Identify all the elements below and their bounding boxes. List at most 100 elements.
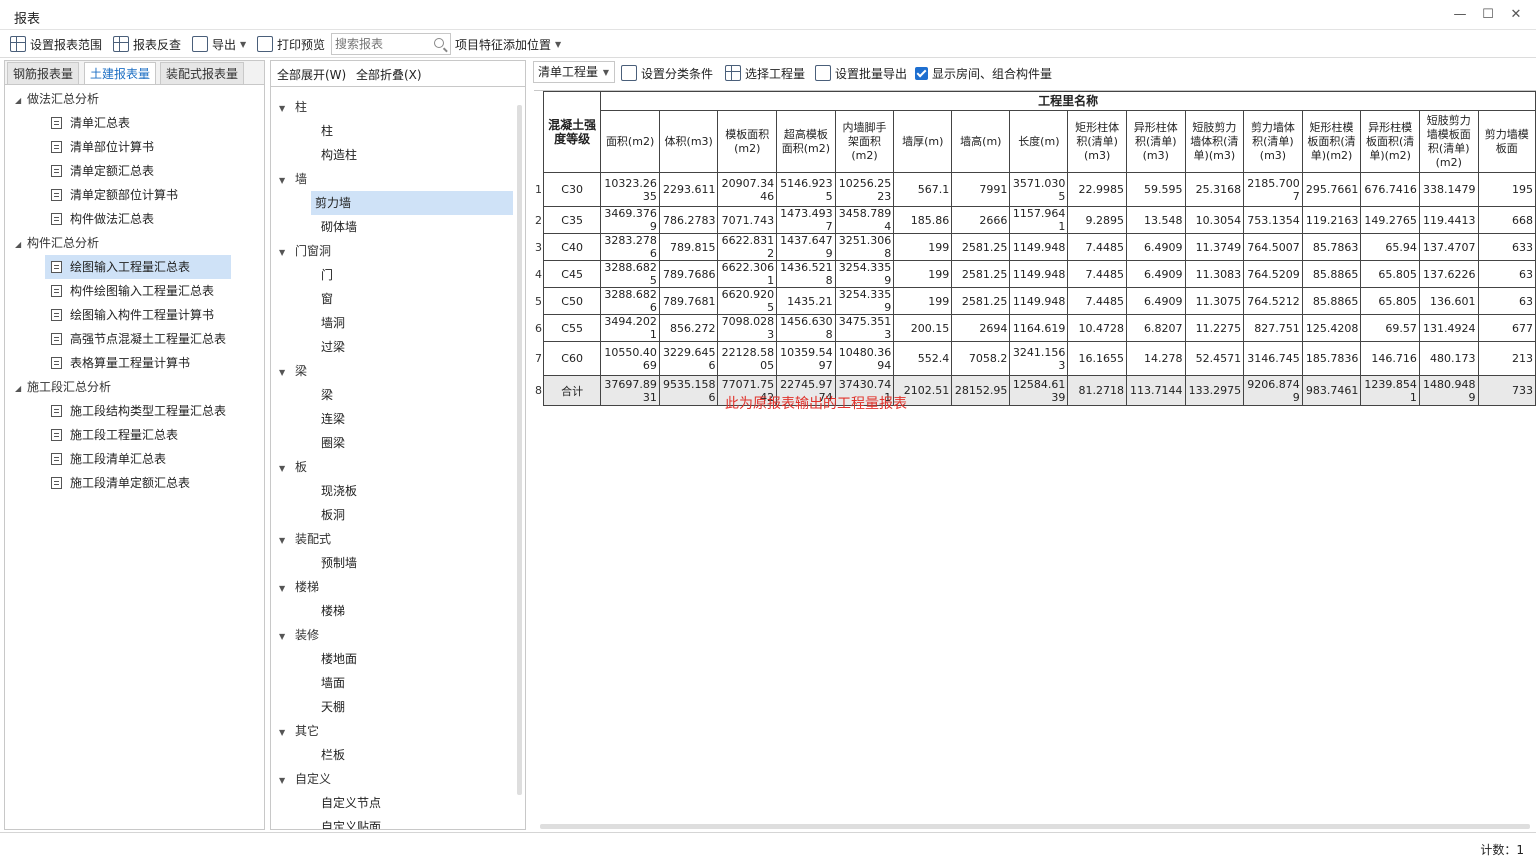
tree-item-parapet[interactable]: 栏板	[279, 743, 515, 767]
select-quantity-button[interactable]: 选择工程量	[725, 63, 805, 83]
row-number: 7	[534, 341, 544, 376]
tree-group-custom[interactable]: ▼ 自定义	[279, 767, 515, 791]
collapse-arrow-icon[interactable]: ▼	[279, 529, 295, 553]
feature-position-dropdown[interactable]: 项目特征添加位置 ▼	[455, 34, 561, 54]
tree-item-bill-quota-location-calc[interactable]: 清单定额部位计算书	[15, 183, 261, 207]
tree-group-component-summary[interactable]: ◢ 构件汇总分析	[15, 231, 261, 255]
report-search-input[interactable]	[332, 34, 428, 54]
tree-item-component-method-summary[interactable]: 构件做法汇总表	[15, 207, 261, 231]
tree-item-prefab-wall[interactable]: 预制墙	[279, 551, 515, 575]
table-row[interactable]: 6 C55 3494.2021 856.272 7098.0283 1456.6308 34…	[534, 314, 1536, 342]
tree-item-masonry-wall[interactable]: 砌体墙	[279, 215, 515, 239]
tree-item-ceiling[interactable]: 天棚	[279, 695, 515, 719]
table-row[interactable]: 3 C40 3283.2786 789.815 6622.8312 1437.6479 32…	[534, 233, 1536, 261]
tree-item-high-strength-node-summary[interactable]: 高强节点混凝土工程量汇总表	[15, 327, 261, 351]
tree-item-ring-beam[interactable]: 圈梁	[279, 431, 515, 455]
tree-item-wall-opening[interactable]: 墙洞	[279, 311, 515, 335]
tree-group-other[interactable]: ▼ 其它	[279, 719, 515, 743]
set-category-button[interactable]: 设置分类条件	[621, 63, 713, 83]
collapse-arrow-icon[interactable]: ▼	[279, 457, 295, 481]
collapse-arrow-icon[interactable]: ◢	[15, 233, 27, 257]
tree-item-component-drawing-summary[interactable]: 构件绘图输入工程量汇总表	[15, 279, 261, 303]
table-row[interactable]: 8 合计 37697.8931 9535.1586 77071.7542 22745.97…	[534, 375, 1536, 406]
column-header: 剪力墙体积(清单)(m3)	[1243, 110, 1303, 173]
search-icon[interactable]	[434, 38, 444, 48]
tree-item-bill-summary[interactable]: 清单汇总表	[15, 111, 261, 135]
tree-item-custom-facing[interactable]: 自定义贴面	[279, 815, 515, 829]
tab-prefab-report[interactable]: 装配式报表量	[160, 62, 245, 84]
collapse-arrow-icon[interactable]: ▼	[279, 241, 295, 265]
value-cell: 3254.3359	[834, 260, 895, 288]
report-search-box[interactable]	[331, 33, 451, 55]
batch-export-button[interactable]: 设置批量导出	[815, 63, 907, 83]
tree-group-wall[interactable]: ▼ 墙	[279, 167, 515, 191]
tree-group-slab[interactable]: ▼ 板	[279, 455, 515, 479]
minimize-button[interactable]: —	[1446, 5, 1474, 25]
tree-item-stairs[interactable]: 楼梯	[279, 599, 515, 623]
show-rooms-checkbox[interactable]: 显示房间、组合构件量	[915, 63, 1052, 83]
tree-item-section-structure-summary[interactable]: 施工段结构类型工程量汇总表	[15, 399, 261, 423]
tree-item-section-quantity-summary[interactable]: 施工段工程量汇总表	[15, 423, 261, 447]
expand-all-button[interactable]: 全部展开(W)	[277, 66, 346, 83]
collapse-arrow-icon[interactable]: ◢	[15, 89, 27, 113]
export-dropdown-icon[interactable]: ▼	[240, 40, 246, 49]
tree-group-column[interactable]: ▼ 柱	[279, 95, 515, 119]
table-row[interactable]: 4 C45 3288.6825 789.7686 6622.3061 1436.5218 3…	[534, 260, 1536, 288]
tree-item-beam[interactable]: 梁	[279, 383, 515, 407]
collapse-arrow-icon[interactable]: ▼	[279, 721, 295, 745]
tree-item-lintel[interactable]: 过梁	[279, 335, 515, 359]
tree-item-section-bill-quota-summary[interactable]: 施工段清单定额汇总表	[15, 471, 261, 495]
tree-item-bill-location-calc[interactable]: 清单部位计算书	[15, 135, 261, 159]
tree-item-construction-column[interactable]: 构造柱	[279, 143, 515, 167]
tree-item-shear-wall[interactable]: 剪力墙	[311, 191, 513, 215]
collapse-all-button[interactable]: 全部折叠(X)	[356, 66, 422, 83]
vertical-scrollbar[interactable]	[517, 105, 522, 795]
tree-item-floor[interactable]: 楼地面	[279, 647, 515, 671]
table-row[interactable]: 1 C30 10323.2635 2293.611 20907.3446 5146.923…	[534, 172, 1536, 207]
collapse-arrow-icon[interactable]: ▼	[279, 625, 295, 649]
tab-civil-report[interactable]: 土建报表量	[84, 62, 157, 84]
collapse-arrow-icon[interactable]: ▼	[279, 169, 295, 193]
tree-item-custom-node[interactable]: 自定义节点	[279, 791, 515, 815]
tree-group-decoration[interactable]: ▼ 装修	[279, 623, 515, 647]
tree-group-method-summary[interactable]: ◢ 做法汇总分析	[15, 87, 261, 111]
tree-group-section-summary[interactable]: ◢ 施工段汇总分析	[15, 375, 261, 399]
value-cell: 7991	[951, 172, 1011, 207]
collapse-arrow-icon[interactable]: ▼	[279, 97, 295, 121]
tree-group-beam[interactable]: ▼ 梁	[279, 359, 515, 383]
tree-item-section-bill-summary[interactable]: 施工段清单汇总表	[15, 447, 261, 471]
tree-group-door-window[interactable]: ▼ 门窗洞	[279, 239, 515, 263]
maximize-button[interactable]: ☐	[1474, 5, 1502, 25]
tree-group-stairs[interactable]: ▼ 楼梯	[279, 575, 515, 599]
quantity-type-select[interactable]: 清单工程量 ▼	[533, 61, 615, 83]
tree-item-slab-opening[interactable]: 板洞	[279, 503, 515, 527]
tree-item-coupling-beam[interactable]: 连梁	[279, 407, 515, 431]
collapse-arrow-icon[interactable]: ◢	[15, 377, 27, 401]
tree-group-prefab[interactable]: ▼ 装配式	[279, 527, 515, 551]
tree-item-drawing-input-summary[interactable]: 绘图输入工程量汇总表	[45, 255, 231, 279]
tree-item-column[interactable]: 柱	[279, 119, 515, 143]
tree-item-bill-quota-summary[interactable]: 清单定额汇总表	[15, 159, 261, 183]
tab-rebar-report[interactable]: 钢筋报表量	[7, 62, 80, 84]
table-row[interactable]: 7 C60 10550.4069 3229.6456 22128.5805 10359.5…	[534, 341, 1536, 376]
report-reverse-check-button[interactable]: 报表反查	[113, 34, 181, 54]
table-row[interactable]: 5 C50 3288.6826 789.7681 6620.9205 1435.21 325…	[534, 287, 1536, 315]
tree-item-door[interactable]: 门	[279, 263, 515, 287]
table-row[interactable]: 2 C35 3469.3769 786.2783 7071.743 1473.4937 34…	[534, 206, 1536, 234]
checkbox-checked-icon[interactable]	[915, 66, 928, 80]
tree-item-wall-surface[interactable]: 墙面	[279, 671, 515, 695]
horizontal-scrollbar[interactable]	[540, 824, 1530, 829]
set-report-range-button[interactable]: 设置报表范围	[10, 34, 102, 54]
tree-item-table-quantity-calc[interactable]: 表格算量工程量计算书	[15, 351, 261, 375]
tree-item-cast-slab[interactable]: 现浇板	[279, 479, 515, 503]
value-cell: 764.5209	[1243, 260, 1303, 288]
component-filter-panel: 全部展开(W) 全部折叠(X) ▼ 柱 柱 构造柱 ▼ 墙 剪力墙 砌体墙 ▼ 门窗洞…	[270, 60, 526, 830]
collapse-arrow-icon[interactable]: ▼	[279, 769, 295, 793]
export-button[interactable]: 导出 ▼	[192, 34, 246, 54]
collapse-arrow-icon[interactable]: ▼	[279, 577, 295, 601]
tree-item-window[interactable]: 窗	[279, 287, 515, 311]
collapse-arrow-icon[interactable]: ▼	[279, 361, 295, 385]
close-button[interactable]: ✕	[1502, 5, 1530, 25]
tree-item-drawing-component-calc[interactable]: 绘图输入构件工程量计算书	[15, 303, 261, 327]
print-preview-button[interactable]: 打印预览	[257, 34, 325, 54]
